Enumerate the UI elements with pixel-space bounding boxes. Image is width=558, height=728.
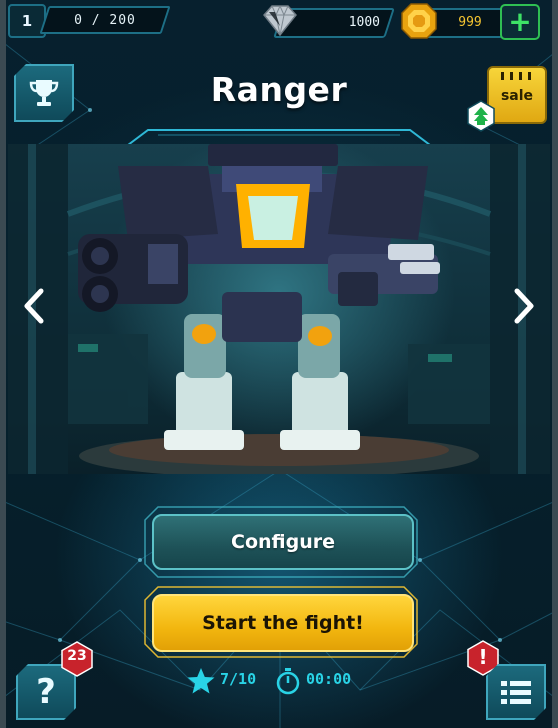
- calendar-sale-icon: [501, 72, 531, 80]
- gem-count: 1000: [348, 14, 380, 30]
- star-icon: [187, 668, 215, 694]
- next-robot-button[interactable]: [506, 284, 542, 328]
- stars-progress: 7/10: [220, 670, 257, 688]
- sale-label: sale: [500, 88, 534, 104]
- chevron-right-icon: [514, 288, 534, 324]
- previous-robot-button[interactable]: [16, 284, 52, 328]
- coin-count: 999: [458, 14, 482, 30]
- timer-value: 00:00: [306, 670, 352, 688]
- robot-scene: [8, 144, 550, 474]
- gold-coin-icon: [401, 3, 437, 39]
- mission-stats: 7/10 00:00: [186, 666, 386, 696]
- robot-showcase: [8, 144, 550, 474]
- right-edge: [552, 0, 558, 728]
- stopwatch-icon: [276, 668, 300, 695]
- start-fight-button[interactable]: Start the fight!: [152, 594, 414, 652]
- configure-button[interactable]: Configure: [152, 514, 414, 570]
- chevron-left-icon: [24, 288, 44, 324]
- menu-button[interactable]: [486, 664, 546, 720]
- help-notification-count: 23: [67, 648, 87, 664]
- list-icon: [500, 678, 532, 706]
- add-currency-button[interactable]: +: [500, 4, 540, 40]
- xp-progress-text: 0 / 200: [74, 12, 136, 28]
- diamond-icon: [263, 5, 297, 37]
- alert-mark: !: [478, 645, 488, 669]
- left-edge: [0, 0, 6, 728]
